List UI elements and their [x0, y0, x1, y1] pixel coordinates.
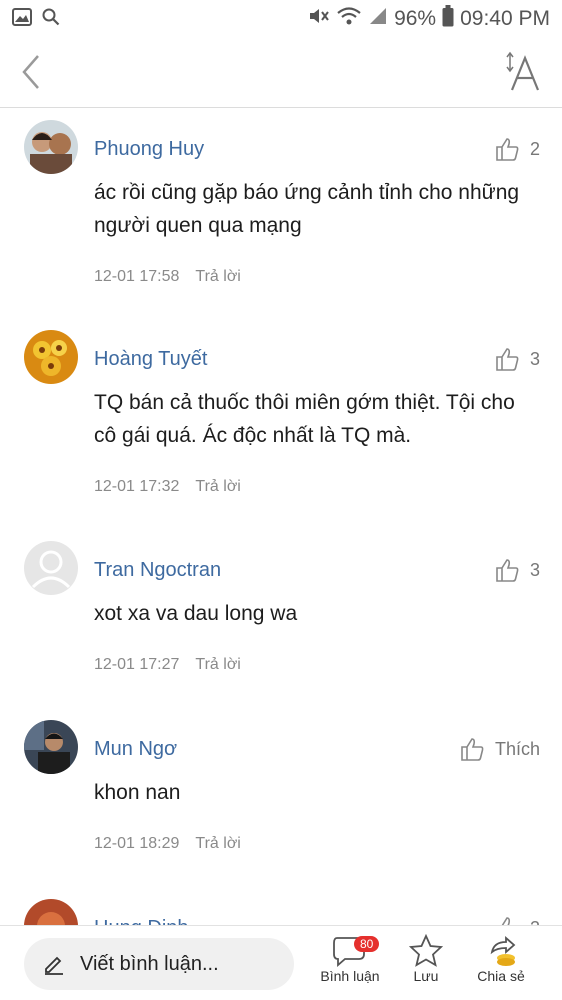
- like-count: 3: [529, 559, 540, 580]
- save-button[interactable]: Lưu: [386, 934, 466, 984]
- comment-meta: 12-01 17:58 Trả lời: [94, 268, 241, 286]
- status-bar: 96% 09:40 PM: [0, 0, 562, 38]
- font-size-icon: [506, 51, 540, 91]
- comment-timestamp: 12-01 17:58: [94, 268, 180, 285]
- comment-timestamp: 12-01 17:32: [94, 478, 180, 495]
- pencil-icon: [45, 956, 63, 975]
- comment-meta: 12-01 18:29 Trả lời: [94, 835, 241, 853]
- star-icon: [409, 934, 443, 967]
- commenter-name[interactable]: Mun Ngơ: [94, 738, 177, 761]
- avatar[interactable]: [24, 720, 78, 774]
- like-button[interactable]: Thích: [459, 736, 540, 762]
- battery-icon: [442, 5, 454, 33]
- like-button[interactable]: 3: [494, 346, 540, 372]
- thumbs-up-icon: [496, 559, 519, 582]
- comment-text: TQ bán cả thuốc thôi miên gớm thiệt. Tội…: [94, 391, 515, 447]
- avatar[interactable]: [24, 330, 78, 384]
- share-coin-icon: [490, 936, 516, 966]
- reply-button[interactable]: Trả lời: [195, 478, 240, 496]
- avatar[interactable]: [24, 541, 78, 595]
- app-header: [0, 38, 562, 108]
- signal-icon: [368, 6, 388, 32]
- save-label: Lưu: [413, 968, 439, 984]
- comments-label: Bình luận: [320, 968, 380, 984]
- share-label: Chia sẻ: [477, 968, 525, 984]
- write-comment-placeholder: Viết bình luận...: [80, 952, 219, 975]
- font-size-button[interactable]: [504, 50, 544, 94]
- comment-list: Phuong Huy 2 ác rồi cũng gặp báo ứng cản…: [0, 108, 562, 928]
- like-count: 2: [529, 138, 540, 159]
- comment-meta: 12-01 17:27 Trả lời: [94, 656, 241, 674]
- comment-text: xot xa va dau long wa: [94, 602, 298, 625]
- share-button[interactable]: Chia sẻ: [461, 934, 541, 984]
- back-button[interactable]: [14, 52, 54, 92]
- comment-timestamp: 12-01 17:27: [94, 656, 180, 673]
- wifi-icon: [336, 6, 362, 32]
- comment-text: ác rồi cũng gặp báo ứng cảnh tỉnh cho nh…: [94, 181, 520, 237]
- thumbs-up-icon: [461, 738, 484, 761]
- comments-count-badge: 80: [354, 936, 380, 952]
- commenter-name[interactable]: Phuong Huy: [94, 138, 204, 161]
- avatar[interactable]: [24, 899, 78, 928]
- reply-button[interactable]: Trả lời: [195, 835, 240, 853]
- comment-timestamp: 12-01 18:29: [94, 835, 180, 852]
- comments-button[interactable]: 80 Bình luận: [310, 934, 390, 984]
- battery-percent: 96%: [394, 7, 437, 30]
- avatar[interactable]: [24, 120, 78, 174]
- thumbs-up-icon: [496, 348, 519, 371]
- commenter-name[interactable]: Tran Ngoctran: [94, 559, 221, 582]
- like-button[interactable]: 3: [494, 557, 540, 583]
- clock: 09:40 PM: [460, 7, 550, 30]
- reply-button[interactable]: Trả lời: [195, 268, 240, 286]
- like-button[interactable]: 2: [494, 136, 540, 162]
- mute-icon: [308, 6, 330, 32]
- bottom-action-bar: Viết bình luận... 80 Bình luận Lưu Chia …: [0, 925, 562, 1000]
- like-count: 3: [529, 348, 540, 369]
- commenter-name[interactable]: Hoàng Tuyết: [94, 348, 207, 371]
- search-icon: [42, 8, 60, 31]
- thumbs-up-icon: [496, 138, 519, 161]
- reply-button[interactable]: Trả lời: [195, 656, 240, 674]
- gallery-icon: [12, 7, 32, 31]
- comment-meta: 12-01 17:32 Trả lời: [94, 478, 241, 496]
- like-label: Thích: [494, 738, 540, 759]
- chevron-left-icon: [22, 55, 39, 89]
- comment-text: khon nan: [94, 781, 181, 804]
- write-comment-input[interactable]: Viết bình luận...: [24, 938, 294, 990]
